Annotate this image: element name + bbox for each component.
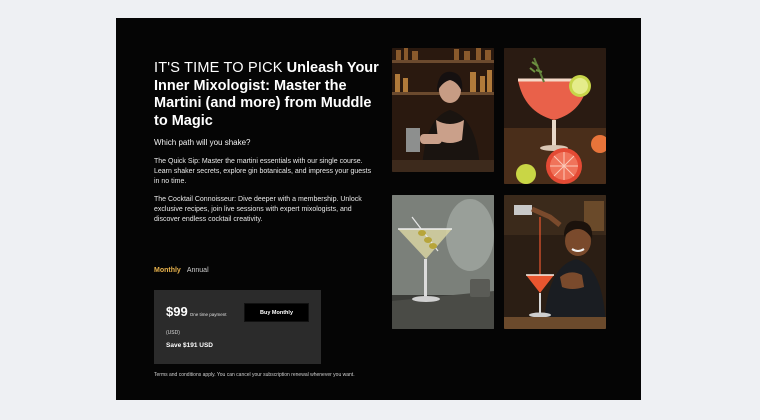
savings-label: Save $191 USD (166, 342, 213, 349)
terms-text: Terms and conditions apply. You can canc… (154, 372, 355, 378)
connoisseur-description: The Cocktail Connoisseur: Dive deeper wi… (154, 196, 362, 223)
martini-olives-photo (392, 195, 494, 329)
quick-sip-description: The Quick Sip: Master the martini essent… (154, 158, 372, 185)
monthly-tab[interactable]: Monthly (154, 267, 181, 274)
path-question: Which path will you shake? (154, 138, 251, 147)
price-amount: $99 (166, 304, 188, 319)
price-note: One time payment (189, 312, 227, 317)
bartender-pouring-photo (504, 195, 606, 329)
pricing-box: $99 One time payment (USD) Save $191 USD… (154, 290, 321, 364)
price-row: $99 One time payment (166, 304, 226, 319)
promo-card: IT'S TIME TO PICK Unleash Your Inner Mix… (116, 18, 641, 400)
annual-tab[interactable]: Annual (187, 267, 209, 274)
price-currency: (USD) (166, 330, 180, 336)
page-title: IT'S TIME TO PICK Unleash Your Inner Mix… (154, 60, 382, 130)
buy-monthly-button[interactable]: Buy Monthly (244, 303, 309, 322)
grapefruit-cocktail-photo (504, 48, 606, 184)
headline-prefix: IT'S TIME TO PICK (154, 60, 283, 76)
bartender-woman-photo (392, 48, 494, 172)
billing-toggle: Monthly Annual (154, 267, 209, 274)
